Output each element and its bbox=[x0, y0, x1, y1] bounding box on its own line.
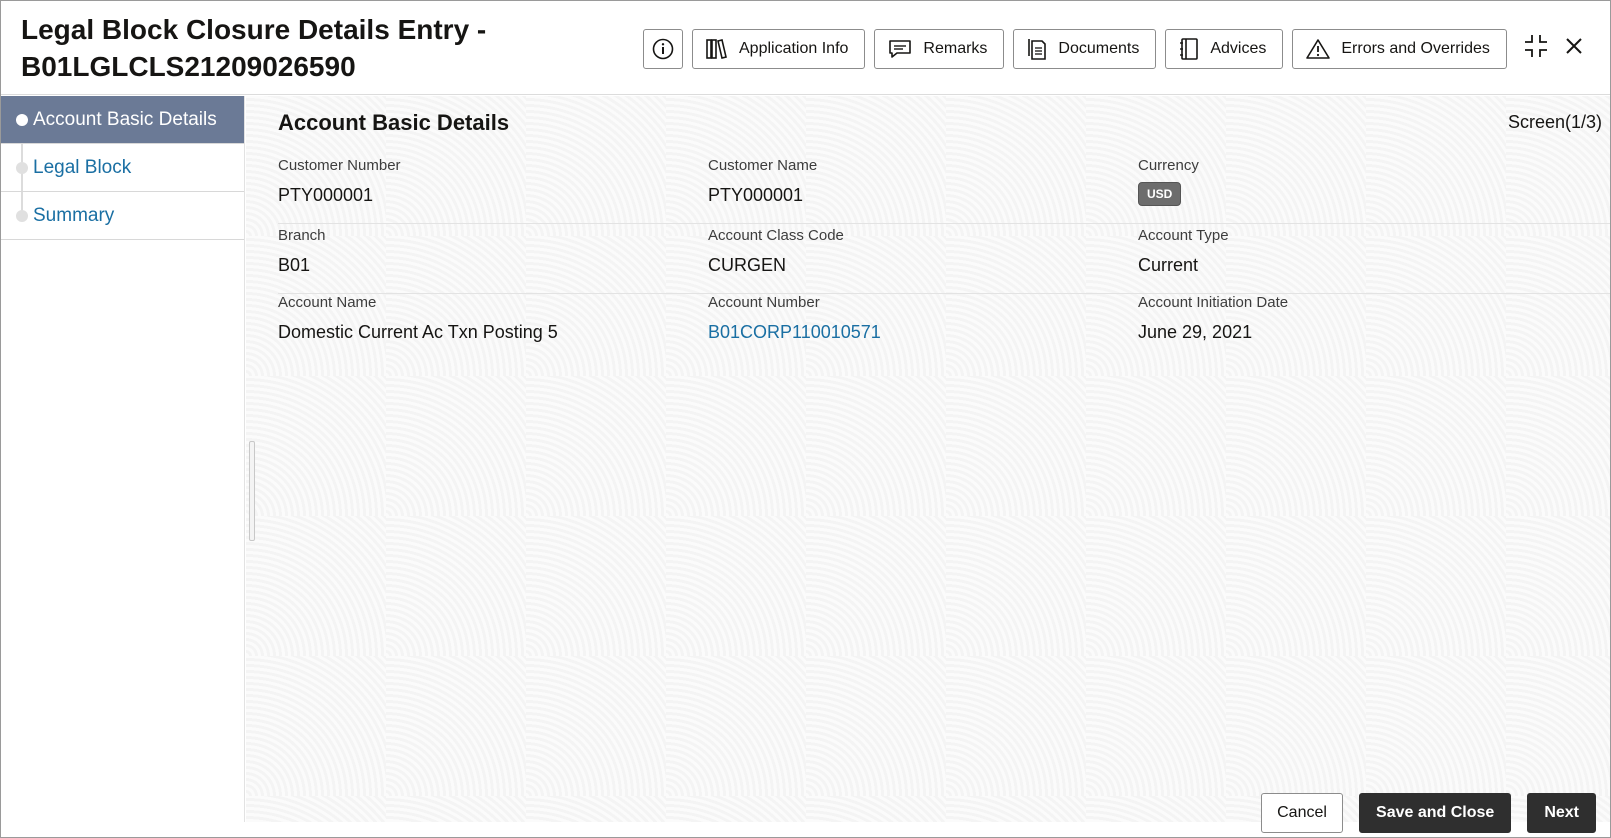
details-row: Customer Number PTY000001 Customer Name … bbox=[278, 156, 1610, 224]
page-title: Legal Block Closure Details Entry - B01L… bbox=[21, 14, 487, 82]
field-label: Branch bbox=[278, 227, 326, 244]
cancel-button[interactable]: Cancel bbox=[1261, 793, 1344, 833]
save-and-close-button[interactable]: Save and Close bbox=[1359, 793, 1512, 833]
field-value: PTY000001 bbox=[708, 185, 804, 205]
errors-overrides-button[interactable]: Errors and Overrides bbox=[1292, 28, 1507, 69]
close-icon[interactable] bbox=[1563, 35, 1585, 62]
account-type-field: Account Type Current bbox=[1138, 226, 1558, 276]
field-label: Account Number bbox=[708, 294, 820, 311]
field-value: June 29, 2021 bbox=[1138, 322, 1253, 342]
dialog-header: Legal Block Closure Details Entry - B01L… bbox=[1, 1, 1610, 95]
customer-name-field: Customer Name PTY000001 bbox=[708, 156, 1128, 206]
notebook-icon bbox=[1178, 37, 1200, 61]
advices-button[interactable]: Advices bbox=[1165, 28, 1284, 69]
main-content: Account Basic Details Screen(1/3) Custom… bbox=[246, 96, 1610, 822]
field-label: Account Type bbox=[1138, 227, 1229, 244]
footer-actions: Cancel Save and Close Next bbox=[1261, 793, 1596, 833]
next-button[interactable]: Next bbox=[1527, 793, 1596, 833]
warning-icon bbox=[1305, 38, 1331, 60]
field-label: Account Class Code bbox=[708, 227, 844, 244]
account-initiation-date-field: Account Initiation Date June 29, 2021 bbox=[1138, 293, 1558, 343]
field-label: Customer Number bbox=[278, 157, 401, 174]
books-icon bbox=[705, 38, 729, 60]
splitter-handle[interactable] bbox=[249, 441, 255, 541]
advices-label: Advices bbox=[1210, 39, 1267, 57]
info-icon bbox=[652, 38, 674, 60]
info-button[interactable] bbox=[643, 28, 683, 69]
currency-badge: USD bbox=[1138, 182, 1182, 206]
field-value: Domestic Current Ac Txn Posting 5 bbox=[278, 322, 558, 342]
screen-counter: Screen(1/3) bbox=[1507, 112, 1602, 132]
account-class-code-field: Account Class Code CURGEN bbox=[708, 226, 1128, 276]
branch-field: Branch B01 bbox=[278, 226, 698, 276]
remarks-button[interactable]: Remarks bbox=[874, 28, 1005, 69]
documents-icon bbox=[1026, 37, 1048, 61]
field-value: Current bbox=[1138, 255, 1199, 275]
account-number-field: Account Number B01CORP110010571 bbox=[708, 293, 1128, 343]
remarks-label: Remarks bbox=[923, 39, 988, 57]
sidebar-item-account-basic-details[interactable]: Account Basic Details bbox=[1, 96, 244, 144]
field-value: B01 bbox=[278, 255, 311, 275]
dialog-window: Legal Block Closure Details Entry - B01L… bbox=[0, 0, 1611, 838]
field-label: Customer Name bbox=[708, 157, 818, 174]
sidebar-item-summary[interactable]: Summary bbox=[1, 192, 244, 240]
account-number-link[interactable]: B01CORP110010571 bbox=[708, 321, 1128, 343]
field-value: PTY000001 bbox=[278, 185, 374, 205]
documents-label: Documents bbox=[1058, 39, 1140, 57]
details-row: Branch B01 Account Class Code CURGEN Acc… bbox=[278, 226, 1610, 294]
field-label: Account Initiation Date bbox=[1138, 294, 1289, 311]
steps-sidebar: Account Basic Details Legal Block Summar… bbox=[1, 96, 245, 822]
window-controls bbox=[1523, 33, 1585, 64]
documents-button[interactable]: Documents bbox=[1013, 28, 1157, 69]
details-row: Account Name Domestic Current Ac Txn Pos… bbox=[278, 293, 1610, 361]
sidebar-item-label: Summary bbox=[33, 204, 115, 226]
currency-field: Currency USD bbox=[1138, 156, 1558, 206]
section-title: Account Basic Details bbox=[278, 110, 510, 135]
sidebar-item-label: Legal Block bbox=[33, 156, 132, 178]
step-dot bbox=[16, 161, 28, 174]
chat-icon bbox=[887, 38, 913, 60]
step-dot bbox=[16, 209, 28, 222]
field-value: CURGEN bbox=[708, 255, 787, 275]
errors-overrides-label: Errors and Overrides bbox=[1341, 39, 1490, 57]
field-label: Currency bbox=[1138, 157, 1199, 174]
field-label: Account Name bbox=[278, 294, 377, 311]
customer-number-field: Customer Number PTY000001 bbox=[278, 156, 698, 206]
application-info-button[interactable]: Application Info bbox=[692, 28, 866, 69]
toolbar: Application Info Remarks Documents Advic… bbox=[643, 28, 1507, 69]
application-info-label: Application Info bbox=[739, 39, 849, 57]
sidebar-item-legal-block[interactable]: Legal Block bbox=[1, 144, 244, 192]
minimize-icon[interactable] bbox=[1523, 33, 1549, 64]
account-name-field: Account Name Domestic Current Ac Txn Pos… bbox=[278, 293, 698, 343]
step-dot bbox=[16, 113, 28, 126]
sidebar-item-label: Account Basic Details bbox=[33, 108, 217, 130]
